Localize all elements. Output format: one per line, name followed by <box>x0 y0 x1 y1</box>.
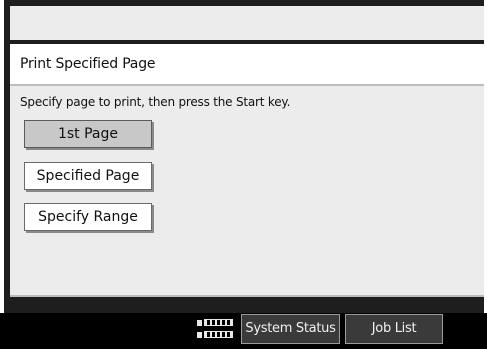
instruction-text: Specify page to print, then press the St… <box>20 95 291 109</box>
content-divider <box>10 295 484 297</box>
print-specified-page-dialog: Print Specified Page Specify page to pri… <box>10 44 484 297</box>
system-status-button[interactable]: System Status <box>241 314 340 344</box>
memory-indicator-icon <box>197 313 235 339</box>
specified-page-button[interactable]: Specified Page <box>24 162 152 190</box>
specify-range-button[interactable]: Specify Range <box>24 203 152 231</box>
first-page-button[interactable]: 1st Page <box>24 120 152 148</box>
dialog-title: Print Specified Page <box>20 56 156 72</box>
printer-control-panel: Print Specified Page Specify page to pri… <box>0 0 487 349</box>
dialog-title-bar: Print Specified Page <box>10 44 484 86</box>
top-header-strip <box>10 6 484 40</box>
memory-indicator-row <box>197 319 235 327</box>
memory-indicator-row <box>197 331 235 339</box>
job-list-button[interactable]: Job List <box>345 314 443 344</box>
